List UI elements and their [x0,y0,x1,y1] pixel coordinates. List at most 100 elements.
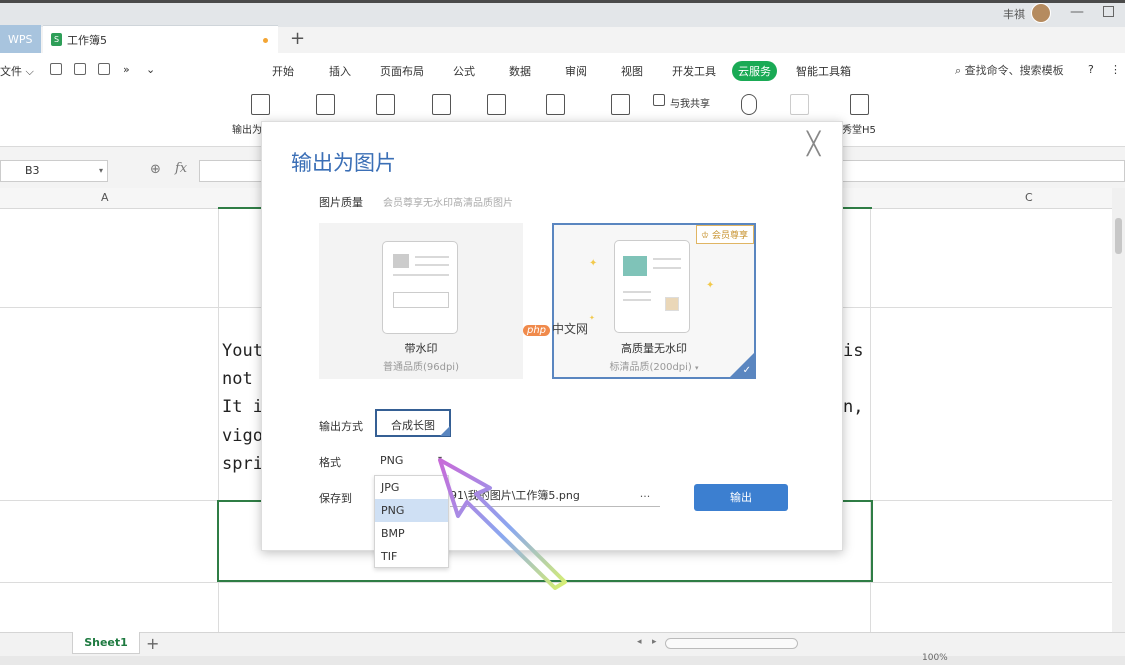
status-bar: 100% [0,653,1125,665]
text-line [393,274,449,276]
output-mode-label: 输出方式 [319,420,363,433]
hq-option-title: 高质量无水印 [621,342,687,355]
export-label: 输出为 [232,125,262,136]
check-icon: ✓ [742,365,751,376]
spreadsheet-icon: S [51,33,62,46]
horizontal-scrollbar[interactable] [665,638,798,649]
list-doc-icon[interactable] [487,94,506,115]
watermark-text: 中文网 [552,322,589,336]
hq-option-sub-label: 标清品质(200dpi) [609,362,692,373]
save-to-label: 保存到 [319,492,352,505]
vertical-scrollbar[interactable] [1112,188,1125,634]
unsaved-dot-icon [263,38,268,43]
output-mode-option[interactable]: 合成长图 [375,409,451,437]
print-icon[interactable] [98,63,110,75]
browse-button[interactable]: ... [630,485,660,507]
annotation-arrow-icon [438,458,567,590]
export-button[interactable]: 输出 [694,484,788,511]
sheet-tab-sheet1[interactable]: Sheet1 [72,632,140,654]
add-sheet-button[interactable]: + [146,634,159,653]
scroll-right-icon[interactable]: ▸ [652,637,657,647]
hq-option-sub[interactable]: 标清品质(200dpi) ▾ [554,358,754,373]
quality-label: 图片质量 [319,196,363,209]
menu-home[interactable]: 开始 [272,63,294,79]
document-preview-icon [382,241,458,334]
name-box-caret-icon: ▾ [98,166,103,175]
cell-text-line: not [222,369,253,389]
text-line [653,258,681,260]
menu-formula[interactable]: 公式 [453,63,475,79]
column-header-a[interactable]: A [101,191,109,204]
tab-wps-label: WPS [8,32,33,46]
avatar[interactable] [1031,3,1051,23]
export-pdf-icon[interactable] [251,94,270,115]
customize-icon[interactable]: ⌄ [146,63,155,76]
menu-page-layout[interactable]: 页面布局 [380,63,424,79]
output-mode-value: 合成长图 [391,419,435,432]
hq-document-preview-icon [614,240,690,333]
menu-smart-toolbox[interactable]: 智能工具箱 [796,63,851,79]
open-icon[interactable] [50,63,62,75]
image-placeholder-icon [623,256,647,276]
format-label: 格式 [319,456,341,469]
h5-label: 秀堂H5 [842,125,876,136]
tab-workbook[interactable]: S 工作簿5 [43,25,278,53]
command-search-label: 查找命令、搜索模板 [964,64,1064,77]
vertical-scroll-thumb[interactable] [1115,218,1122,254]
quality-hint: 会员尊享无水印高清品质图片 [383,198,513,209]
menu-cloud-service[interactable]: 云服务 [732,61,777,81]
text-line [623,299,651,301]
add-doc-icon[interactable] [376,94,395,115]
save-icon[interactable] [74,63,86,75]
file-menu[interactable]: 文件 ⌵ [0,63,34,79]
menu-developer[interactable]: 开发工具 [672,63,716,79]
image-placeholder-icon [393,254,409,268]
menu-data[interactable]: 数据 [509,63,531,79]
h5-icon[interactable] [850,94,869,115]
user-name[interactable]: 丰祺 [1003,6,1025,22]
text-line [415,264,449,266]
zoom-level[interactable]: 100% [922,653,948,663]
column-header-c[interactable]: C [1025,191,1033,204]
vip-badge: ♔ 会员尊享 [696,225,754,244]
scroll-left-icon[interactable]: ◂ [637,637,642,647]
tab-wps-home[interactable]: WPS [0,25,41,53]
share-with-me-label[interactable]: 与我共享 [670,95,710,110]
more-icon[interactable]: » [123,63,130,76]
watermark-option-title: 带水印 [404,342,438,355]
search-icon: ⌕ [955,64,962,77]
menu-view[interactable]: 视图 [621,63,643,79]
maximize-icon[interactable] [1103,6,1114,17]
new-tab-button[interactable]: + [290,28,305,49]
minimize-icon[interactable]: — [1070,4,1084,20]
cell-text-line: n, [843,397,864,417]
help-icon[interactable]: ? [1088,63,1094,76]
command-search[interactable]: ⌕ 查找命令、搜索模板 [955,62,1064,78]
site-watermark: php 中文网 [523,320,588,337]
menu-bar: 文件 ⌵ » ⌄ 开始 插入 页面布局 公式 数据 审阅 视图 开发工具 云服务… [0,53,1125,87]
crown-icon: ♔ [701,231,710,241]
image-export-icon[interactable] [316,94,335,115]
ribbon-more-icon[interactable]: ⋮ [1110,63,1121,76]
sign-doc-icon[interactable] [611,94,630,115]
review-doc-icon[interactable] [546,94,565,115]
close-icon[interactable]: ╳ [807,132,820,157]
quality-option-hq[interactable]: ♔ 会员尊享 ✦ ✦ ✦ 高质量无水印 标清品质(200dpi) ▾ ✓ [552,223,756,379]
zoom-formula-icon[interactable]: ⊕ [150,162,161,177]
watermark-box-icon [393,292,449,308]
doc-icon[interactable] [432,94,451,115]
share-icon[interactable] [653,94,665,106]
sparkle-icon: ✦ [589,258,598,269]
file-menu-label: 文件 [0,65,22,78]
text-line [653,267,681,269]
sheet-tab-bar: Sheet1 + ◂ ▸ [0,632,1125,656]
menu-review[interactable]: 审阅 [565,63,587,79]
name-box[interactable]: B3 ▾ [0,160,108,182]
function-icon[interactable]: fx [175,161,187,176]
microphone-icon[interactable] [741,94,757,115]
cell-text-line: vigo [222,426,263,446]
menu-insert[interactable]: 插入 [329,63,351,79]
cell-text-line: It i [222,397,263,417]
quality-option-watermark[interactable]: 带水印 普通品质(96dpi) [319,223,523,379]
title-bar [0,0,1125,27]
